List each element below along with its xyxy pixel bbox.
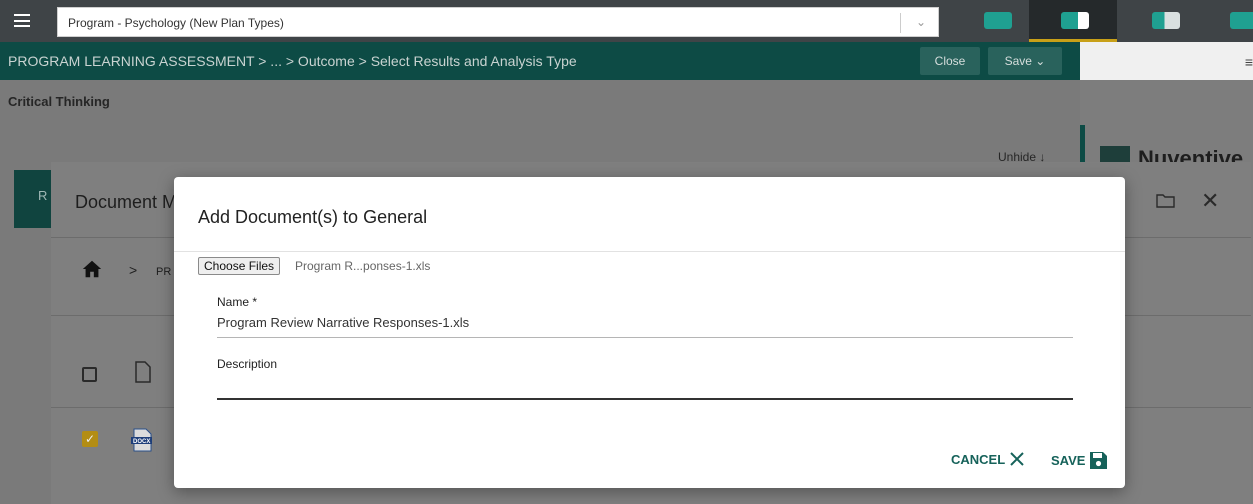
description-field[interactable] — [217, 377, 1073, 397]
folder-icon[interactable] — [1156, 193, 1175, 208]
cancel-button[interactable]: CANCEL — [951, 451, 1025, 467]
top-bar: Program - Psychology (New Plan Types) ⌄ — [0, 0, 1253, 42]
app-tab-2-active[interactable] — [1029, 0, 1117, 42]
floppy-disk-icon — [1090, 452, 1108, 469]
breadcrumb[interactable]: PROGRAM LEARNING ASSESSMENT > ... > Outc… — [8, 53, 577, 69]
program-select[interactable]: Program - Psychology (New Plan Types) ⌄ — [57, 7, 939, 37]
home-icon[interactable] — [81, 258, 103, 280]
modal-divider — [174, 251, 1125, 252]
description-field-underline — [217, 398, 1073, 400]
choose-files-button[interactable]: Choose Files — [198, 257, 281, 275]
app-tab-4[interactable] — [1210, 0, 1253, 42]
close-icon — [1010, 452, 1024, 466]
chevron-right-icon: > — [129, 262, 138, 278]
app-icon — [1152, 12, 1180, 29]
app-icon — [1230, 12, 1253, 29]
app-tab-1[interactable] — [952, 0, 1040, 42]
file-icon — [135, 361, 151, 383]
docx-file-icon: DOCX — [131, 428, 152, 452]
chosen-file-name: Program R...ponses-1.xls — [295, 259, 431, 273]
select-all-checkbox[interactable] — [82, 367, 97, 382]
add-document-modal: Add Document(s) to General Choose Files … — [174, 177, 1125, 488]
filter-icon[interactable]: ≡ — [1245, 54, 1253, 70]
modal-title: Add Document(s) to General — [198, 207, 428, 227]
name-field[interactable] — [217, 315, 1073, 330]
cancel-button-label: CANCEL — [951, 451, 1006, 467]
select-divider — [900, 13, 901, 33]
name-field-label: Name * — [217, 295, 258, 309]
app-icon — [1061, 12, 1089, 29]
program-select-value: Program - Psychology (New Plan Types) — [68, 16, 284, 30]
app-icon — [984, 12, 1012, 29]
chevron-down-icon[interactable]: ⌄ — [916, 15, 926, 29]
close-icon[interactable]: ✕ — [1201, 188, 1219, 214]
hamburger-menu-icon[interactable] — [14, 14, 30, 27]
folder-breadcrumb[interactable]: PR — [156, 266, 171, 278]
app-tab-3[interactable] — [1120, 0, 1208, 42]
close-button[interactable]: Close — [920, 47, 980, 75]
section-header: Critical Thinking — [0, 80, 1080, 122]
save-button[interactable]: SAVE — [1051, 451, 1108, 470]
description-field-label: Description — [217, 357, 278, 371]
side-tab-label: R — [38, 188, 48, 203]
svg-text:DOCX: DOCX — [133, 439, 150, 445]
breadcrumb-bar: PROGRAM LEARNING ASSESSMENT > ... > Outc… — [0, 42, 1080, 80]
save-button-label: SAVE — [1051, 453, 1086, 468]
row-checkbox-checked[interactable]: ✓ — [82, 431, 98, 447]
section-title: Critical Thinking — [8, 94, 110, 109]
name-field-underline — [217, 337, 1073, 338]
save-dropdown-button[interactable]: Save ⌄ — [988, 47, 1062, 75]
document-dialog-title: Document M — [75, 192, 178, 212]
right-toolbar: ≡ — [1080, 42, 1253, 80]
side-tab[interactable]: R — [14, 170, 54, 228]
